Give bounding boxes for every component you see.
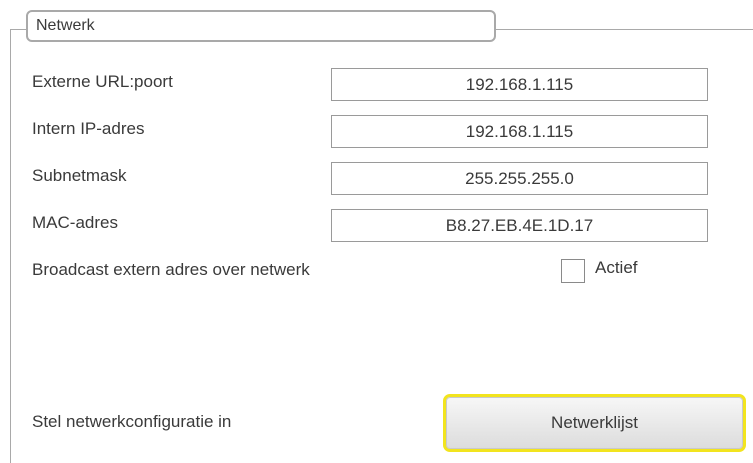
broadcast-label: Broadcast extern adres over netwerk: [32, 260, 310, 279]
network-config-label: Stel netwerkconfiguratie in: [32, 412, 232, 431]
broadcast-active-label[interactable]: Actief: [595, 258, 638, 278]
network-list-button[interactable]: Netwerklijst: [443, 394, 746, 452]
broadcast-active-checkbox[interactable]: [561, 259, 585, 283]
mac-address-label: MAC-adres: [32, 213, 118, 232]
subnetmask-field[interactable]: 255.255.255.0: [331, 162, 708, 195]
group-frame-left-border: [10, 29, 11, 463]
external-url-label: Externe URL:poort: [32, 72, 173, 91]
external-url-field[interactable]: 192.168.1.115: [331, 68, 708, 101]
mac-address-field[interactable]: B8.27.EB.4E.1D.17: [331, 209, 708, 242]
internal-ip-field[interactable]: 192.168.1.115: [331, 115, 708, 148]
internal-ip-label: Intern IP-adres: [32, 119, 145, 138]
subnetmask-label: Subnetmask: [32, 166, 127, 185]
group-title-netwerk: Netwerk: [26, 10, 496, 42]
